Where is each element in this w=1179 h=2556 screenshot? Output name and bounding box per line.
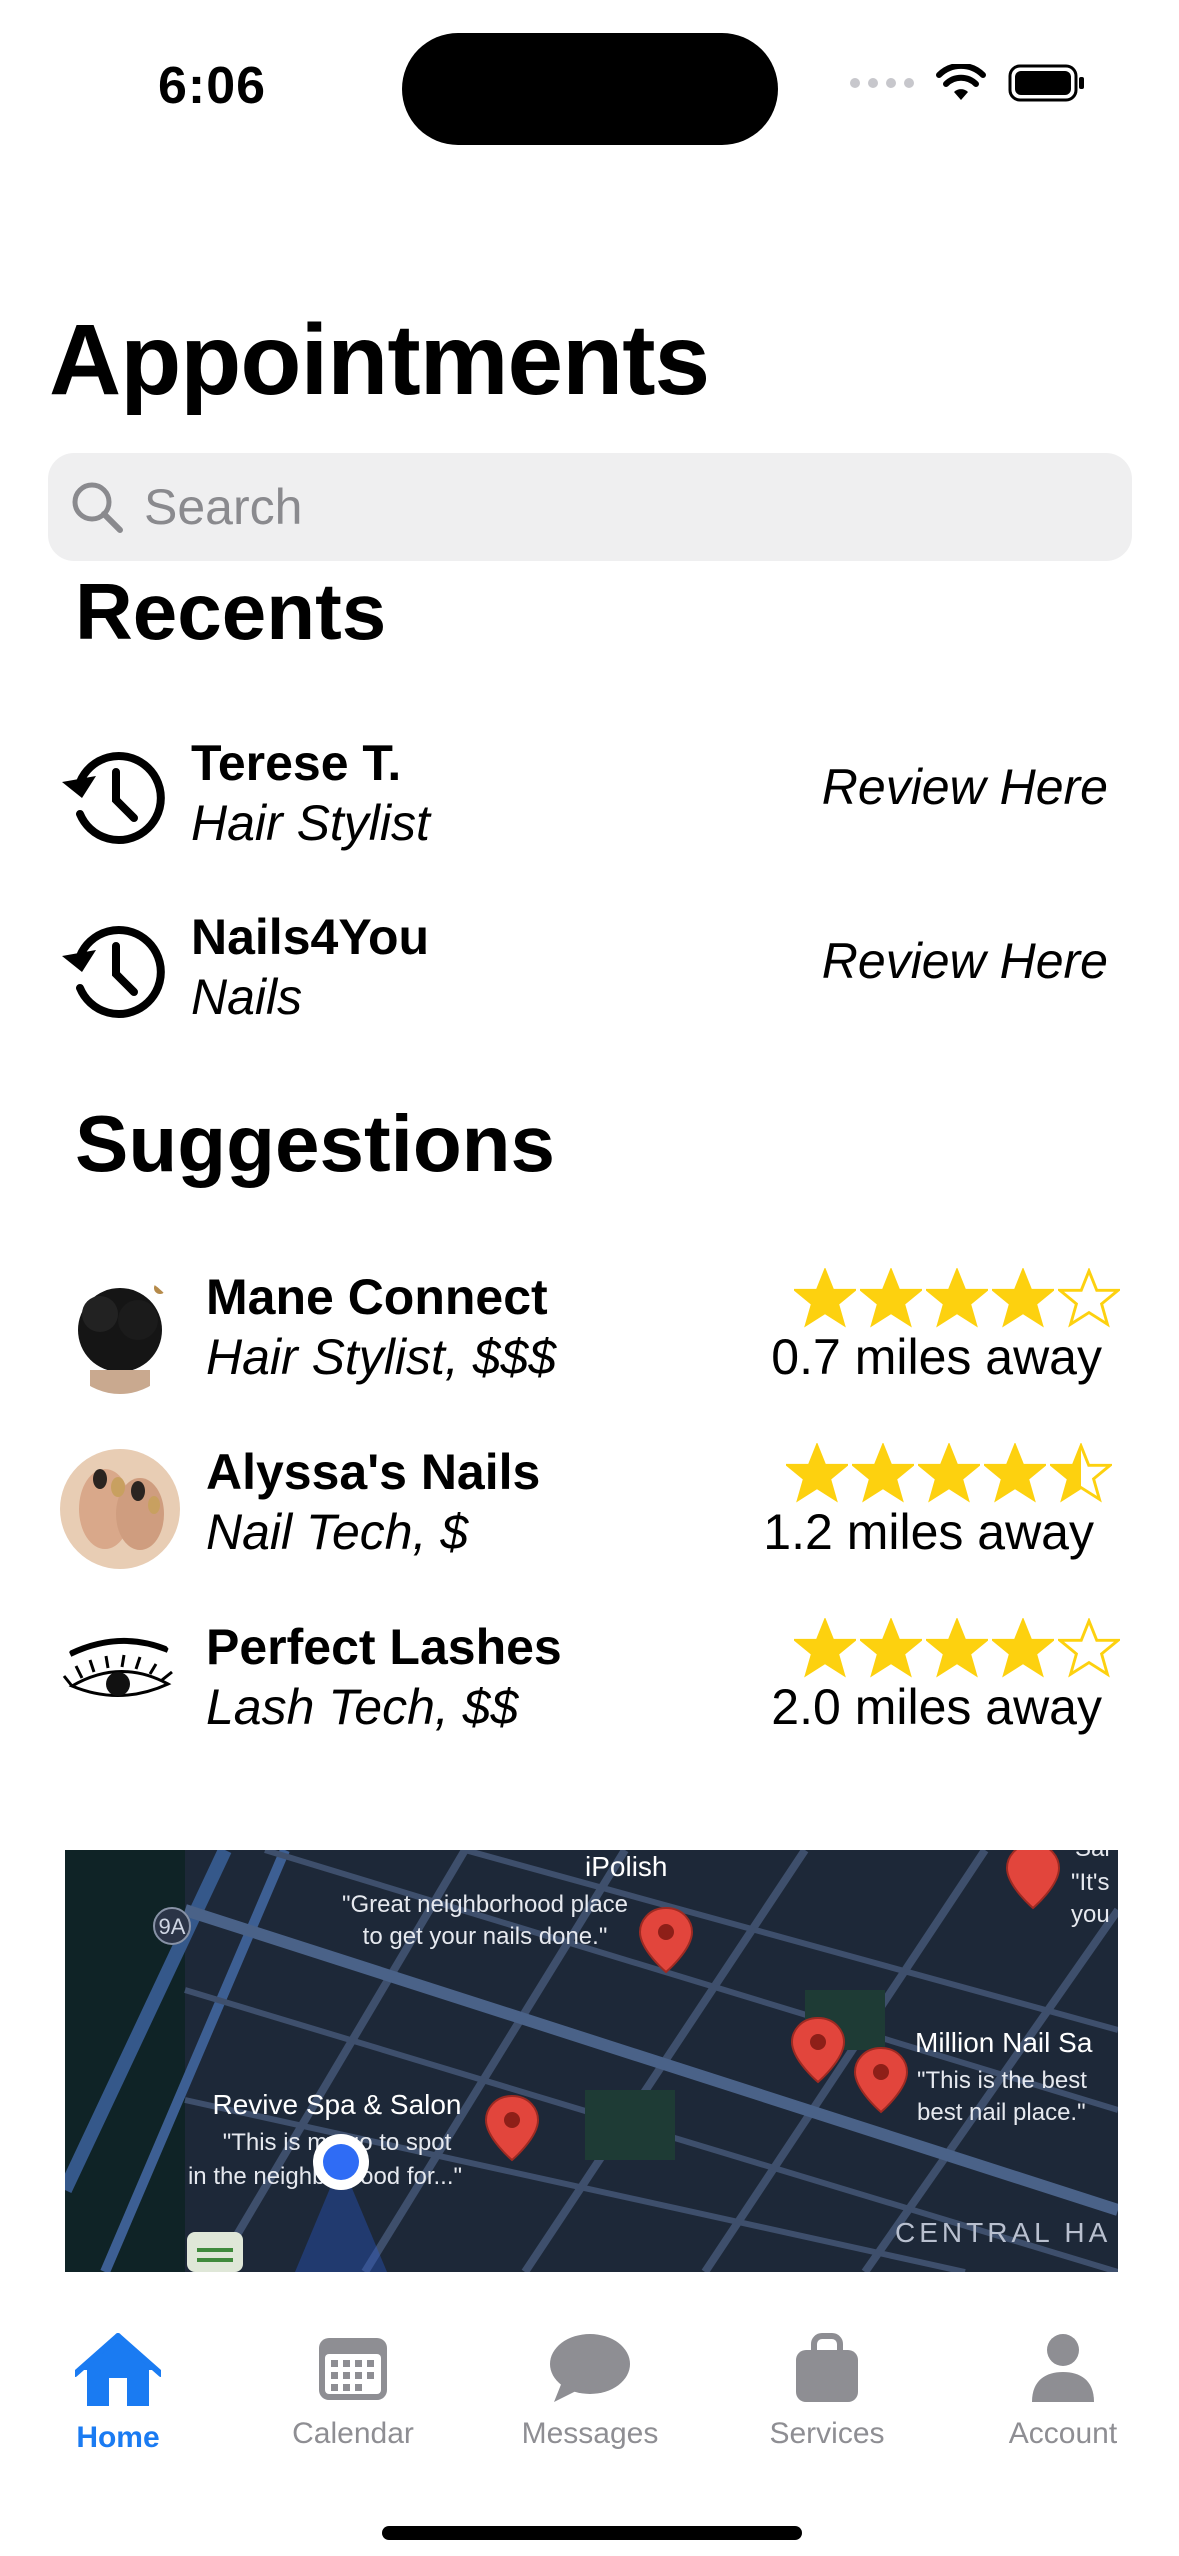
recent-provider-name: Nails4You (191, 909, 430, 965)
recents-heading: Recents (75, 567, 387, 656)
calendar-icon (319, 2338, 387, 2400)
bag-icon (796, 2333, 858, 2402)
tab-messages[interactable]: Messages (490, 2332, 690, 2451)
recent-provider-name: Terese T. (191, 735, 402, 791)
wifi-icon (936, 64, 986, 100)
dynamic-island (402, 33, 778, 145)
tab-label: Calendar (292, 2417, 414, 2450)
map-place-name: Revive Spa & Salon (212, 2089, 461, 2120)
suggestions-heading: Suggestions (75, 1099, 556, 1188)
review-here-link[interactable]: Review Here (822, 932, 1108, 990)
tab-services[interactable]: Services (727, 2332, 927, 2451)
star-filled-icon (992, 1618, 1054, 1678)
star-empty-icon (1058, 1618, 1120, 1678)
star-filled-icon (860, 1268, 922, 1328)
distance-label: 2.0 miles away (771, 1679, 1102, 1735)
map-place-quote: "Great neighborhood place (342, 1891, 628, 1918)
search-bar[interactable] (48, 453, 1132, 561)
tab-bar: Home Calendar Messages Services Account (0, 2300, 1179, 2556)
speech-bubble-icon (550, 2334, 630, 2402)
eyelash-drawing (60, 1624, 180, 1744)
suggestion-detail: Hair Stylist, $$$ (206, 1329, 557, 1385)
recent-provider-type: Hair Stylist (191, 795, 430, 851)
afro-puff-photo (60, 1274, 180, 1394)
route-shield: 9A (159, 1914, 186, 1939)
star-filled-icon (794, 1618, 856, 1678)
star-rating (794, 1618, 1120, 1680)
star-filled-icon (984, 1443, 1046, 1503)
tab-label: Messages (521, 2417, 659, 2450)
map-place-name: Million Nail Sa (915, 2027, 1093, 2058)
manicured-hands-photo (60, 1449, 180, 1569)
star-empty-icon (1058, 1268, 1120, 1328)
star-filled-icon (992, 1268, 1054, 1328)
map-place-quote: "It's (1071, 1869, 1109, 1896)
district-label: CENTRAL HA (895, 2217, 1111, 2248)
map-canvas: 9A iPolish "Great neighborhood place to … (65, 1850, 1118, 2272)
map-place-quote: you (1071, 1901, 1110, 1928)
suggestion-name: Alyssa's Nails (206, 1444, 541, 1500)
tab-label: Account (1008, 2417, 1118, 2450)
star-filled-icon (794, 1268, 856, 1328)
avatar (60, 1449, 180, 1569)
battery-icon (1008, 64, 1084, 102)
tab-label: Home (76, 2421, 160, 2454)
star-half-icon (1050, 1443, 1112, 1503)
tab-calendar[interactable]: Calendar (253, 2332, 453, 2451)
suggestion-item[interactable]: Mane Connect Hair Stylist, $$$ 0.7 miles… (60, 1268, 1120, 1398)
star-filled-icon (926, 1268, 988, 1328)
recent-provider-type: Nails (191, 969, 303, 1025)
suggestion-name: Perfect Lashes (206, 1619, 562, 1675)
star-filled-icon (860, 1618, 922, 1678)
search-icon (72, 482, 123, 533)
history-icon (62, 926, 165, 1018)
map-view[interactable]: 9A iPolish "Great neighborhood place to … (65, 1850, 1118, 2272)
suggestion-item[interactable]: Perfect Lashes Lash Tech, $$ 2.0 miles a… (60, 1618, 1120, 1748)
map-place-quote: best nail place." (917, 2099, 1086, 2126)
status-indicators (850, 64, 1086, 102)
star-filled-icon (852, 1443, 914, 1503)
map-place-quote: "This is the best (917, 2067, 1087, 2094)
house-icon (72, 2333, 164, 2406)
review-here-link[interactable]: Review Here (822, 758, 1108, 816)
tab-home[interactable]: Home (18, 2332, 218, 2455)
star-filled-icon (918, 1443, 980, 1503)
person-icon (1032, 2334, 1094, 2402)
avatar (60, 1274, 180, 1394)
map-place-name: iPolish (585, 1851, 667, 1882)
distance-label: 0.7 miles away (771, 1329, 1102, 1385)
page-title: Appointments (49, 304, 710, 416)
suggestion-item[interactable]: Alyssa's Nails Nail Tech, $ 1.2 miles aw… (60, 1443, 1120, 1573)
recent-item[interactable]: Terese T. Hair Stylist Review Here (58, 728, 1108, 858)
suggestion-name: Mane Connect (206, 1269, 548, 1325)
cellular-signal-icon (850, 78, 914, 88)
tab-label: Services (769, 2417, 885, 2450)
star-filled-icon (926, 1618, 988, 1678)
suggestion-detail: Nail Tech, $ (206, 1504, 469, 1560)
map-place-quote: to get your nails done." (363, 1923, 608, 1950)
status-time: 6:06 (158, 57, 267, 115)
map-place-name: Sal (1075, 1850, 1110, 1862)
avatar (60, 1624, 180, 1744)
distance-label: 1.2 miles away (763, 1504, 1094, 1560)
star-rating (794, 1268, 1120, 1330)
search-input[interactable] (142, 477, 1046, 537)
star-filled-icon (786, 1443, 848, 1503)
tab-account[interactable]: Account (963, 2332, 1163, 2451)
star-rating (786, 1443, 1112, 1505)
recent-item[interactable]: Nails4You Nails Review Here (58, 902, 1108, 1032)
history-icon (62, 752, 165, 844)
suggestion-detail: Lash Tech, $$ (206, 1679, 519, 1735)
home-indicator (382, 2526, 802, 2540)
